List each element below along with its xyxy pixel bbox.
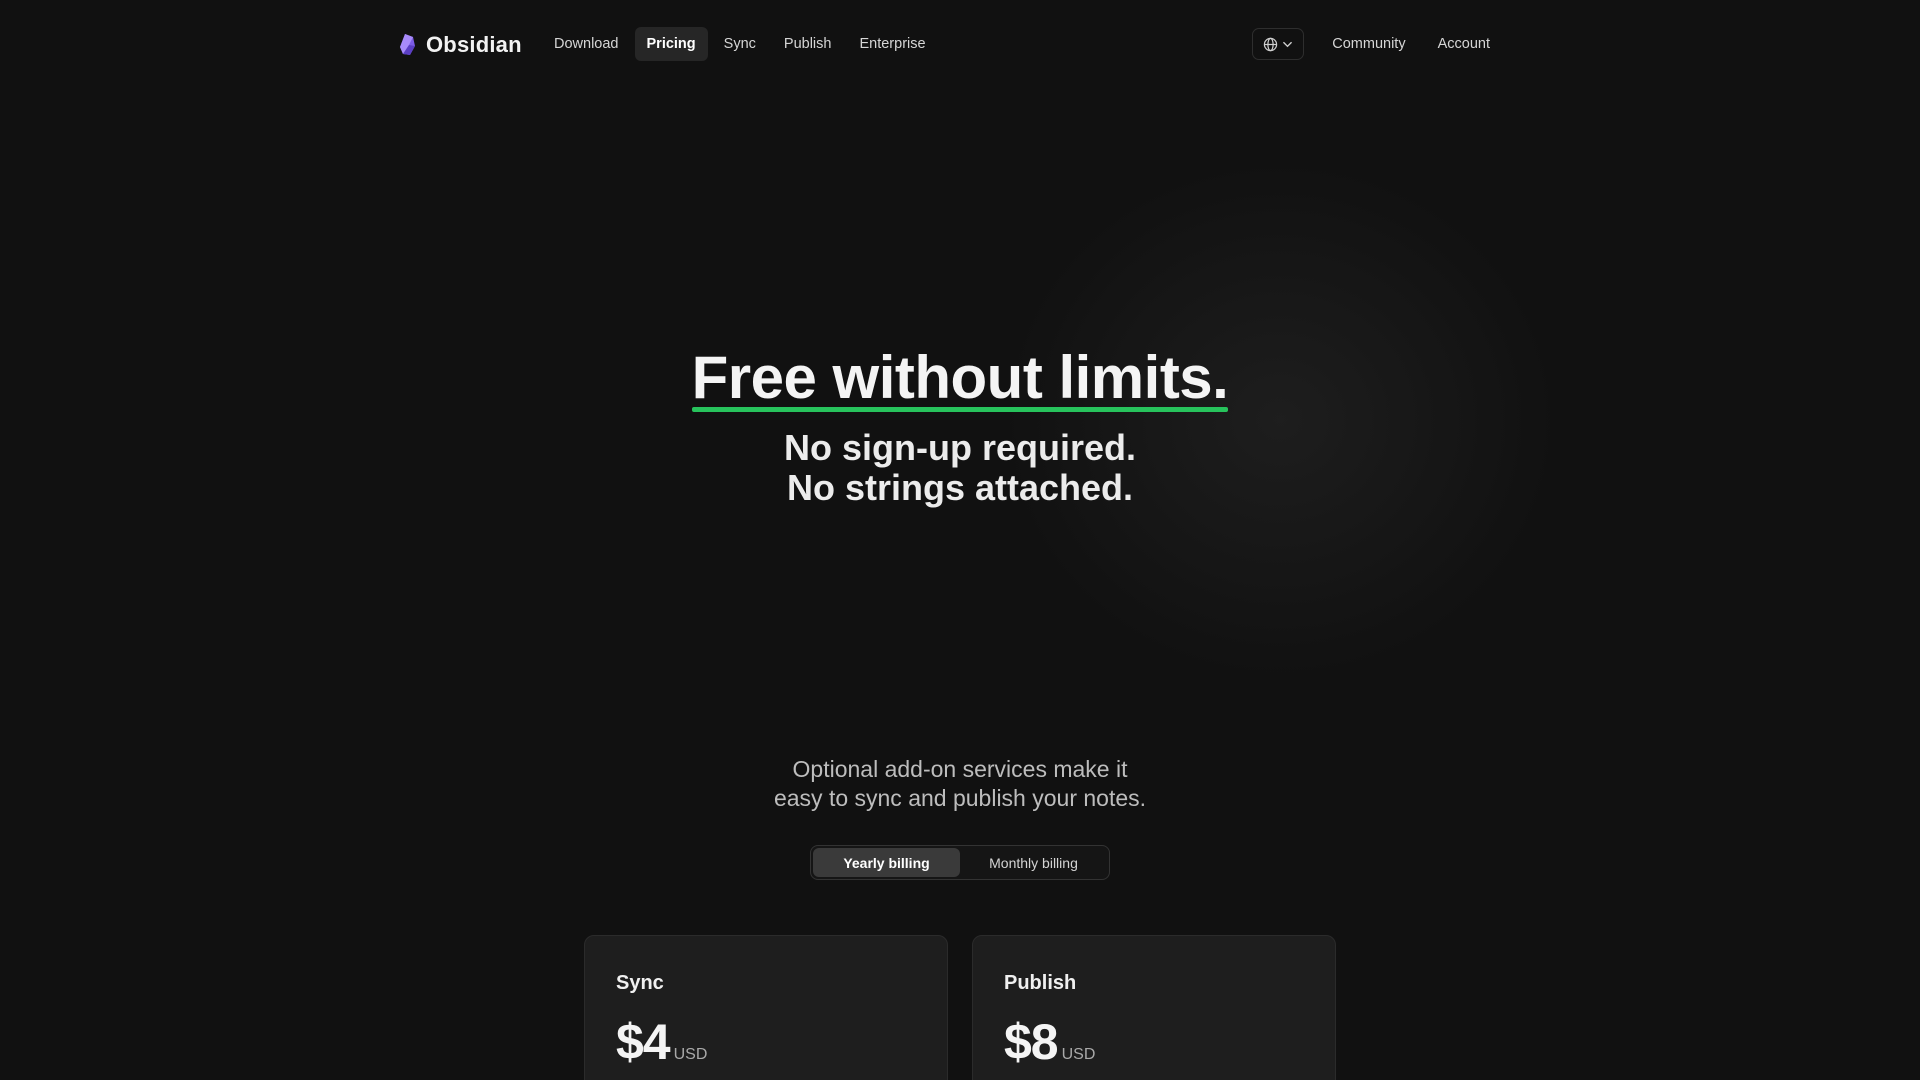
pricing-page: Obsidian Download Pricing Sync Publish E… — [0, 0, 1920, 1080]
top-nav: Obsidian Download Pricing Sync Publish E… — [0, 0, 1920, 90]
price-amount: $8 — [1004, 1014, 1059, 1070]
globe-icon — [1264, 37, 1278, 51]
brand-name: Obsidian — [426, 32, 522, 57]
brand-logo-link[interactable]: Obsidian — [398, 30, 522, 60]
nav-account[interactable]: Account — [1426, 27, 1502, 61]
hero-subtitle-line-1: No sign-up required. — [783, 427, 1136, 468]
plan-name: Publish — [1004, 972, 1077, 994]
plan-price: $4 USD — [616, 1017, 916, 1067]
main-nav: Download Pricing Sync Publish Enterprise — [542, 27, 938, 61]
sync-plan-card: Sync $4 USD — [584, 935, 948, 1080]
hero-title-text: Free without limits. — [691, 342, 1229, 414]
nav-download[interactable]: Download — [542, 27, 631, 61]
price-currency: USD — [1061, 1046, 1096, 1063]
obsidian-logo-icon — [400, 34, 415, 55]
chevron-down-icon — [1283, 41, 1293, 47]
hero-title: Free without limits. — [0, 342, 1920, 414]
publish-plan-card: Publish $8 USD — [972, 935, 1336, 1080]
plan-name: Sync — [616, 972, 664, 994]
hero-subtitle-line-2: No strings attached. — [786, 467, 1134, 508]
nav-community[interactable]: Community — [1320, 27, 1417, 61]
billing-toggle: Yearly billing Monthly billing — [810, 845, 1110, 880]
price-amount: $4 — [616, 1014, 671, 1070]
addon-intro-line-2: easy to sync and publish your notes. — [773, 785, 1147, 811]
price-currency: USD — [673, 1046, 708, 1063]
addon-intro: Optional add-on services make it easy to… — [0, 755, 1920, 813]
yearly-billing-option[interactable]: Yearly billing — [813, 848, 960, 877]
nav-pricing[interactable]: Pricing — [634, 27, 708, 61]
nav-publish[interactable]: Publish — [772, 27, 844, 61]
nav-enterprise[interactable]: Enterprise — [847, 27, 937, 61]
nav-sync[interactable]: Sync — [712, 27, 768, 61]
monthly-billing-option[interactable]: Monthly billing — [960, 848, 1107, 877]
background-glow — [980, 140, 1580, 700]
nav-right: Community Account — [1252, 27, 1502, 61]
addon-intro-line-1: Optional add-on services make it — [792, 756, 1128, 782]
hero-subtitle: No sign-up required. No strings attached… — [0, 428, 1920, 508]
language-selector-button[interactable] — [1252, 28, 1305, 60]
plan-price: $8 USD — [1004, 1017, 1304, 1067]
